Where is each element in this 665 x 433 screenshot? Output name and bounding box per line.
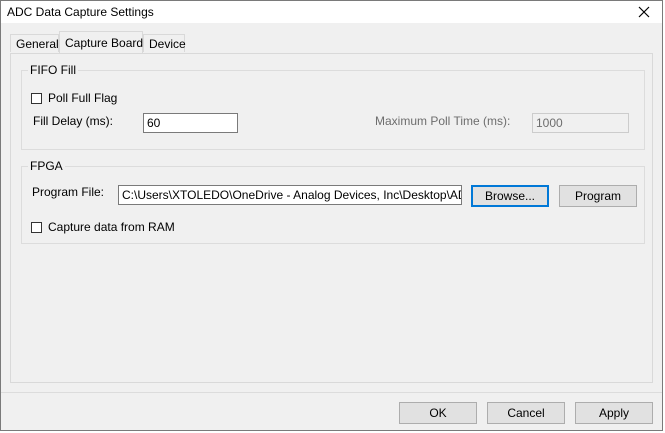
title-bar: ADC Data Capture Settings <box>1 1 662 23</box>
capture-board-panel: FIFO Fill Poll Full Flag Fill Delay (ms)… <box>10 53 653 383</box>
fifo-fill-group-label: FIFO Fill <box>28 63 78 77</box>
fpga-group: FPGA Program File: C:\Users\XTOLEDO\OneD… <box>21 159 645 244</box>
program-file-input[interactable]: C:\Users\XTOLEDO\OneDrive - Analog Devic… <box>118 185 462 205</box>
tab-capture-board[interactable]: Capture Board <box>59 31 143 53</box>
footer-divider <box>1 392 662 393</box>
capture-ram-box[interactable] <box>31 221 42 233</box>
poll-full-flag-box[interactable] <box>31 92 42 104</box>
ok-button[interactable]: OK <box>399 402 477 424</box>
program-file-label: Program File: <box>32 185 105 199</box>
capture-ram-checkbox[interactable]: Capture data from RAM <box>31 220 175 234</box>
tab-device[interactable]: Device <box>143 34 186 52</box>
cancel-button[interactable]: Cancel <box>487 402 565 424</box>
fill-delay-input[interactable]: 60 <box>143 113 238 133</box>
close-icon <box>638 6 650 18</box>
browse-button[interactable]: Browse... <box>471 185 549 207</box>
program-button[interactable]: Program <box>559 185 637 207</box>
max-poll-time-input[interactable]: 1000 <box>532 113 629 133</box>
tab-general[interactable]: General <box>10 34 59 52</box>
close-button[interactable] <box>630 2 658 22</box>
fill-delay-label: Fill Delay (ms): <box>33 114 113 128</box>
capture-ram-label: Capture data from RAM <box>48 220 175 234</box>
poll-full-flag-checkbox[interactable]: Poll Full Flag <box>31 91 117 105</box>
window-title: ADC Data Capture Settings <box>7 5 154 19</box>
fifo-fill-group: FIFO Fill Poll Full Flag Fill Delay (ms)… <box>21 63 645 150</box>
apply-button[interactable]: Apply <box>575 402 653 424</box>
max-poll-time-label: Maximum Poll Time (ms): <box>375 114 511 128</box>
fpga-group-label: FPGA <box>28 159 65 173</box>
poll-full-flag-label: Poll Full Flag <box>48 91 118 105</box>
settings-dialog: ADC Data Capture Settings General Captur… <box>0 0 663 431</box>
